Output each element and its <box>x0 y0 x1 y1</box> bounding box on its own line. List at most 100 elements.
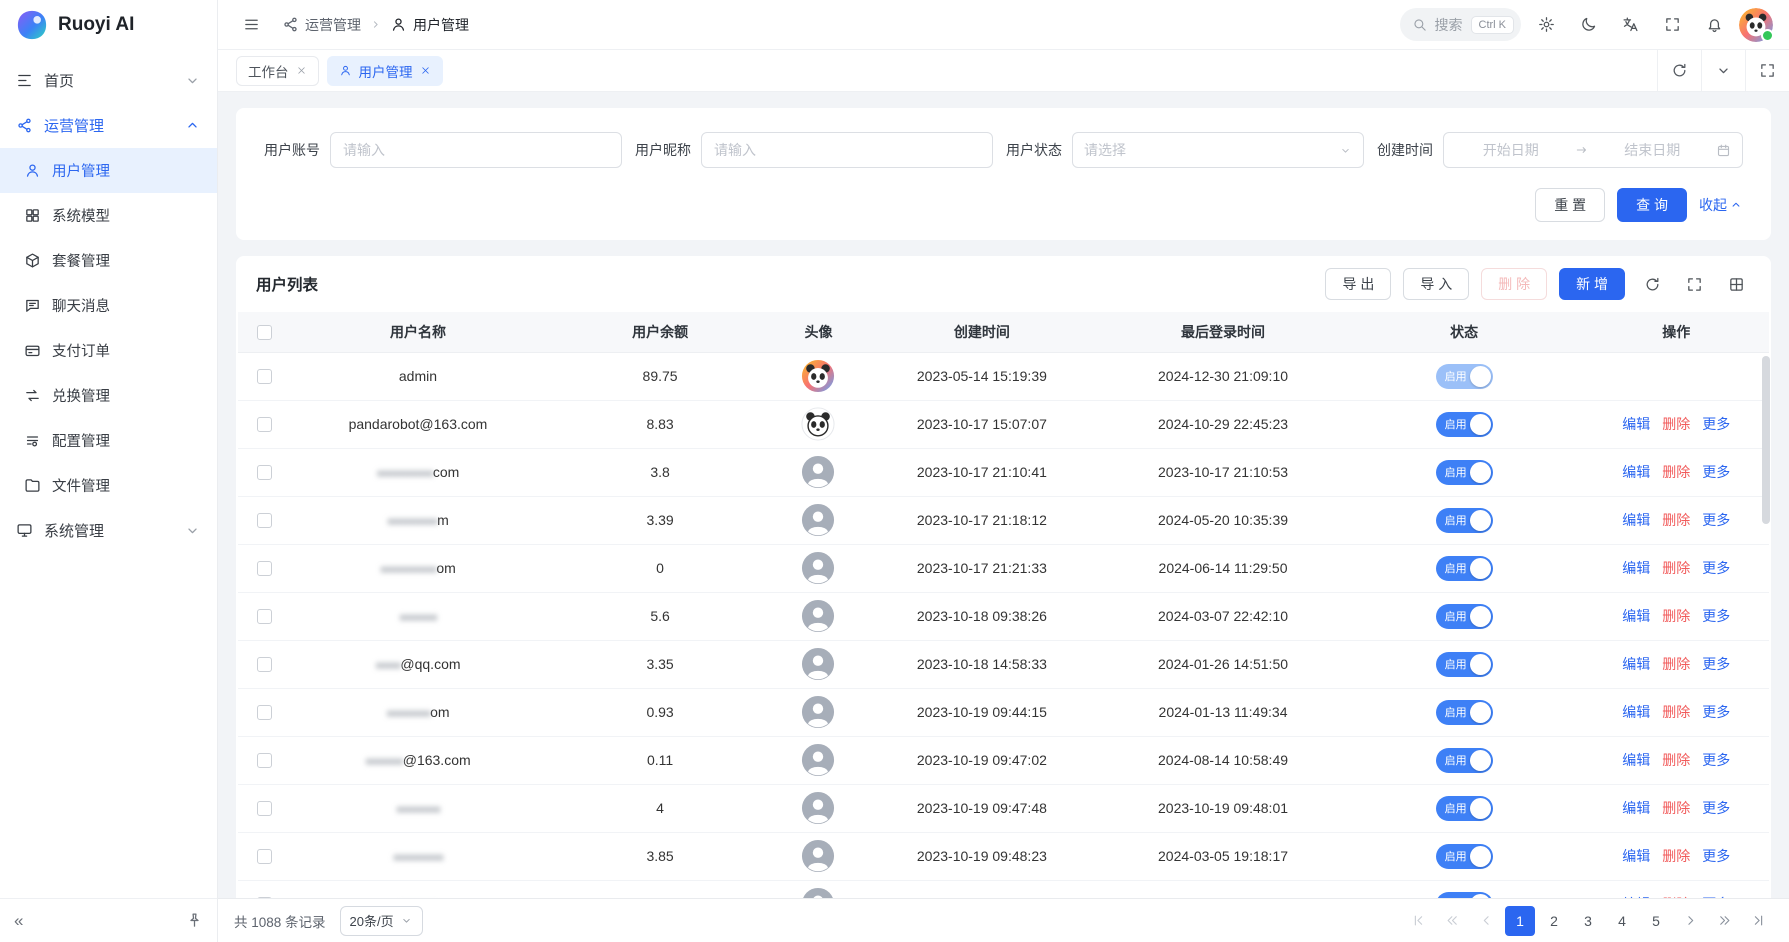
edit-link[interactable]: 编辑 <box>1622 798 1650 818</box>
maximize-content-button[interactable] <box>1745 50 1789 91</box>
delete-link[interactable]: 删除 <box>1662 606 1690 626</box>
sidebar-item-config-management[interactable]: 配置管理 <box>0 418 217 463</box>
edit-link[interactable]: 编辑 <box>1622 750 1650 770</box>
status-toggle[interactable]: 启用 <box>1436 460 1493 485</box>
row-checkbox[interactable] <box>257 417 272 432</box>
sidebar-item-exchange-management[interactable]: 兑换管理 <box>0 373 217 418</box>
status-toggle[interactable]: 启用 <box>1436 508 1493 533</box>
delete-link[interactable]: 删除 <box>1662 558 1690 578</box>
more-link[interactable]: 更多 <box>1702 510 1730 530</box>
edit-link[interactable]: 编辑 <box>1622 414 1650 434</box>
user-account-input[interactable] <box>330 132 622 168</box>
page-button-4[interactable]: 4 <box>1607 906 1637 936</box>
status-toggle[interactable]: 启用 <box>1436 604 1493 629</box>
more-link[interactable]: 更多 <box>1702 654 1730 674</box>
sidebar-item-file-management[interactable]: 文件管理 <box>0 463 217 508</box>
delete-link[interactable]: 删除 <box>1662 750 1690 770</box>
status-toggle[interactable]: 启用 <box>1436 700 1493 725</box>
edit-link[interactable]: 编辑 <box>1622 846 1650 866</box>
refresh-tab-button[interactable] <box>1657 50 1701 91</box>
breadcrumb-item-user-management[interactable]: 用户管理 <box>390 15 469 35</box>
delete-button[interactable]: 删 除 <box>1481 268 1547 300</box>
import-button[interactable]: 导 入 <box>1403 268 1469 300</box>
edit-link[interactable]: 编辑 <box>1622 558 1650 578</box>
reset-button[interactable]: 重 置 <box>1535 188 1605 222</box>
user-status-select[interactable]: 请选择 <box>1072 132 1364 168</box>
delete-link[interactable]: 删除 <box>1662 414 1690 434</box>
close-icon[interactable] <box>420 65 431 76</box>
status-toggle[interactable]: 启用 <box>1436 364 1493 389</box>
row-checkbox[interactable] <box>257 849 272 864</box>
select-all-checkbox[interactable] <box>257 325 272 340</box>
tab-user-management[interactable]: 用户管理 <box>327 56 443 86</box>
status-toggle[interactable]: 启用 <box>1436 796 1493 821</box>
edit-link[interactable]: 编辑 <box>1622 654 1650 674</box>
breadcrumb-item-operations[interactable]: 运营管理 <box>282 15 361 35</box>
row-checkbox[interactable] <box>257 753 272 768</box>
delete-link[interactable]: 删除 <box>1662 462 1690 482</box>
language-button[interactable] <box>1613 8 1647 42</box>
user-nickname-input[interactable] <box>701 132 993 168</box>
sidebar-item-system-management[interactable]: 系统管理 <box>0 508 217 553</box>
sidebar-item-chat-messages[interactable]: 聊天消息 <box>0 283 217 328</box>
page-button-5[interactable]: 5 <box>1641 906 1671 936</box>
fullscreen-button[interactable] <box>1655 8 1689 42</box>
sidebar-item-home[interactable]: 首页 <box>0 58 217 103</box>
more-link[interactable]: 更多 <box>1702 462 1730 482</box>
row-checkbox[interactable] <box>257 609 272 624</box>
more-link[interactable]: 更多 <box>1702 702 1730 722</box>
global-search[interactable]: 搜索 Ctrl K <box>1400 8 1522 41</box>
delete-link[interactable]: 删除 <box>1662 894 1690 898</box>
hamburger-menu-button[interactable] <box>234 8 268 42</box>
column-settings-button[interactable] <box>1721 269 1751 299</box>
tab-workbench[interactable]: 工作台 <box>236 56 319 86</box>
edit-link[interactable]: 编辑 <box>1622 606 1650 626</box>
page-size-select[interactable]: 20条/页 <box>340 906 423 936</box>
dark-mode-button[interactable] <box>1571 8 1605 42</box>
delete-link[interactable]: 删除 <box>1662 654 1690 674</box>
page-button-1[interactable]: 1 <box>1505 906 1535 936</box>
forward-5-pages-button[interactable] <box>1709 906 1739 936</box>
row-checkbox[interactable] <box>257 657 272 672</box>
more-link[interactable]: 更多 <box>1702 798 1730 818</box>
row-checkbox[interactable] <box>257 369 272 384</box>
next-page-button[interactable] <box>1675 906 1705 936</box>
more-link[interactable]: 更多 <box>1702 894 1730 898</box>
fullscreen-table-button[interactable] <box>1679 269 1709 299</box>
status-toggle[interactable]: 启用 <box>1436 748 1493 773</box>
delete-link[interactable]: 删除 <box>1662 510 1690 530</box>
page-button-2[interactable]: 2 <box>1539 906 1569 936</box>
more-link[interactable]: 更多 <box>1702 606 1730 626</box>
more-link[interactable]: 更多 <box>1702 414 1730 434</box>
notifications-button[interactable] <box>1697 8 1731 42</box>
sidebar-item-operations[interactable]: 运营管理 <box>0 103 217 148</box>
more-link[interactable]: 更多 <box>1702 558 1730 578</box>
delete-link[interactable]: 删除 <box>1662 702 1690 722</box>
row-checkbox[interactable] <box>257 801 272 816</box>
prev-page-button[interactable] <box>1471 906 1501 936</box>
page-button-3[interactable]: 3 <box>1573 906 1603 936</box>
logo[interactable]: Ruoyi AI <box>0 0 217 50</box>
row-checkbox[interactable] <box>257 705 272 720</box>
status-toggle[interactable]: 启用 <box>1436 844 1493 869</box>
settings-button[interactable] <box>1529 8 1563 42</box>
edit-link[interactable]: 编辑 <box>1622 702 1650 722</box>
sidebar-item-payment-orders[interactable]: 支付订单 <box>0 328 217 373</box>
status-toggle[interactable]: 启用 <box>1436 652 1493 677</box>
edit-link[interactable]: 编辑 <box>1622 510 1650 530</box>
status-toggle[interactable]: 启用 <box>1436 556 1493 581</box>
more-link[interactable]: 更多 <box>1702 750 1730 770</box>
pin-icon[interactable] <box>186 912 203 929</box>
first-page-button[interactable] <box>1403 906 1433 936</box>
last-page-button[interactable] <box>1743 906 1773 936</box>
create-time-range-picker[interactable]: 开始日期 结束日期 <box>1443 132 1743 168</box>
row-checkbox[interactable] <box>257 561 272 576</box>
delete-link[interactable]: 删除 <box>1662 846 1690 866</box>
sidebar-item-user-management[interactable]: 用户管理 <box>0 148 217 193</box>
delete-link[interactable]: 删除 <box>1662 798 1690 818</box>
sidebar-item-system-model[interactable]: 系统模型 <box>0 193 217 238</box>
tab-menu-button[interactable] <box>1701 50 1745 91</box>
sidebar-item-package-management[interactable]: 套餐管理 <box>0 238 217 283</box>
edit-link[interactable]: 编辑 <box>1622 894 1650 898</box>
edit-link[interactable]: 编辑 <box>1622 462 1650 482</box>
